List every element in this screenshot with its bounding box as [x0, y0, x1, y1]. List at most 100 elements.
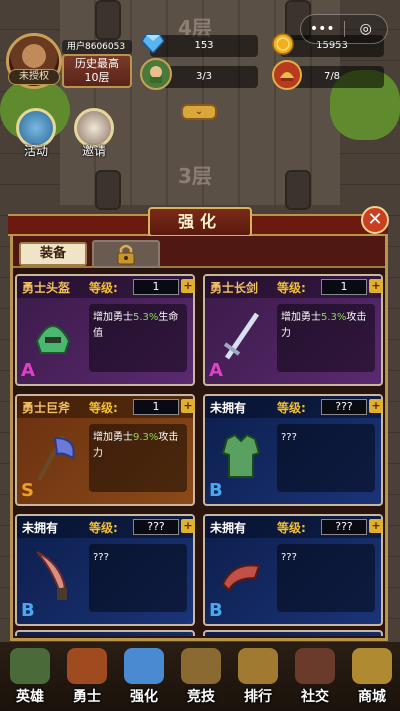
equipment-card[interactable]: 勇士长剑 等级: 1 + A 增加勇士5.3%攻击力 [203, 274, 383, 386]
nav-item[interactable]: 强化 [116, 648, 172, 708]
equipment-card[interactable] [15, 630, 195, 636]
nav-item[interactable]: 勇士 [59, 648, 115, 708]
plus-icon[interactable]: + [181, 399, 195, 413]
card-name: 未拥有 [22, 521, 59, 535]
pillar [95, 170, 121, 210]
nav-item[interactable]: 排行 [230, 648, 286, 708]
gold-coin-icon [272, 33, 294, 55]
card-name: 勇士巨斧 [22, 401, 71, 415]
user-id: 用户8606053 [62, 40, 132, 54]
dagger-icon [27, 546, 79, 606]
close-button[interactable]: ✕ [361, 206, 389, 234]
level-value: 1 [133, 279, 179, 295]
grade-badge: A [21, 360, 35, 381]
diamond-icon [142, 32, 164, 54]
nav-label: 竞技 [187, 689, 215, 705]
desc-prefix: 增加勇士 [93, 312, 133, 323]
nav-label: 社交 [301, 689, 329, 705]
card-name: 勇士长剑 [210, 281, 259, 295]
sword-icon [215, 306, 267, 366]
plus-icon[interactable]: + [181, 519, 195, 533]
card-name: 未拥有 [210, 521, 247, 535]
desc-prefix: ??? [281, 432, 297, 443]
nav-item[interactable]: 英雄 [2, 648, 58, 708]
nav-item[interactable]: 商城 [344, 648, 400, 708]
desc-percent: 5.3% [321, 312, 347, 323]
tab-equipment[interactable]: 装备 [19, 242, 87, 266]
grade-badge: B [21, 600, 35, 621]
invite-label: 邀请 [81, 144, 106, 158]
arena-lock-icon [181, 648, 221, 684]
level-label: 等级: [277, 281, 306, 295]
pillar [285, 170, 311, 210]
hero-icon [10, 648, 50, 684]
history-best-label: 历史最高 [75, 57, 119, 70]
armor-icon [215, 426, 267, 486]
tab-locked[interactable] [92, 240, 160, 268]
desc-prefix: 增加勇士 [93, 432, 133, 443]
level-value: 1 [133, 399, 179, 415]
nav-label: 勇士 [73, 689, 101, 705]
nav-label: 强化 [130, 689, 158, 705]
desc-prefix: ??? [93, 552, 109, 563]
nav-label: 商城 [358, 689, 386, 705]
card-description: ??? [277, 424, 375, 492]
level-value: ??? [321, 519, 367, 535]
equipment-card[interactable]: 勇士头盔 等级: 1 + A 增加勇士5.3%生命值 [15, 274, 195, 386]
helmet-icon [27, 306, 79, 366]
nav-label: 排行 [244, 689, 272, 705]
desc-percent: 5.3% [133, 312, 159, 323]
lock-icon [117, 244, 135, 265]
desc-prefix: ??? [281, 552, 297, 563]
bracer-icon [215, 546, 267, 606]
level-label: 等级: [89, 281, 118, 295]
plus-icon[interactable]: + [369, 279, 383, 293]
card-description: ??? [277, 544, 375, 612]
level-value: ??? [321, 399, 367, 415]
crystal-icon [124, 648, 164, 684]
equipment-grid: 勇士头盔 等级: 1 + A 增加勇士5.3%生命值 勇士长剑 等级: 1 + A 增加勇士5.3%攻… [15, 274, 383, 636]
equipment-card[interactable]: 未拥有 等级:??? + B??? [15, 514, 195, 626]
card-description: ??? [89, 544, 187, 612]
warrior-count: 7/8 [323, 71, 341, 82]
desc-prefix: 增加勇士 [281, 312, 321, 323]
nav-label: 英雄 [16, 689, 44, 705]
chevron-down-icon[interactable]: ⌄ [181, 104, 217, 120]
card-description: 增加勇士5.3%攻击力 [277, 304, 375, 372]
hero-portrait-icon [140, 58, 172, 90]
grade-badge: B [209, 480, 223, 501]
shop-icon [352, 648, 392, 684]
grade-badge: A [209, 360, 223, 381]
panel-title: 强化 [148, 207, 252, 237]
equipment-card[interactable]: 未拥有 等级:??? + B??? [203, 394, 383, 506]
ranking-lock-icon [238, 648, 278, 684]
nav-item[interactable]: 竞技 [173, 648, 229, 708]
level-value: 1 [321, 279, 367, 295]
warrior-icon [67, 648, 107, 684]
miniapp-capsule[interactable]: ••• ◎ [300, 14, 388, 44]
card-name: 未拥有 [210, 401, 247, 415]
warrior-helmet-icon [272, 60, 302, 90]
social-lock-icon [295, 648, 335, 684]
activity-label: 活动 [23, 144, 48, 158]
diamond-counter: 153 [150, 35, 258, 57]
activity-button[interactable]: 活动 [14, 108, 58, 159]
more-icon[interactable]: ••• [301, 21, 344, 37]
level-value: ??? [133, 519, 179, 535]
username: 未授权 [8, 69, 60, 85]
plus-icon[interactable]: + [181, 279, 195, 293]
invite-button[interactable]: 邀请 [72, 108, 116, 159]
diamond-count: 153 [194, 40, 214, 51]
equipment-card[interactable]: 未拥有 等级:??? + B??? [203, 514, 383, 626]
nav-item[interactable]: 社交 [287, 648, 343, 708]
pillar [95, 0, 121, 40]
close-app-icon[interactable]: ◎ [345, 21, 388, 37]
level-label: 等级: [89, 521, 118, 535]
card-name: 勇士头盔 [22, 281, 71, 295]
card-description: 增加勇士9.3%攻击力 [89, 424, 187, 492]
equipment-card[interactable] [203, 630, 383, 636]
grade-badge: B [209, 600, 223, 621]
plus-icon[interactable]: + [369, 399, 383, 413]
equipment-card[interactable]: 勇士巨斧 等级: 1 + S 增加勇士9.3%攻击力 [15, 394, 195, 506]
plus-icon[interactable]: + [369, 519, 383, 533]
